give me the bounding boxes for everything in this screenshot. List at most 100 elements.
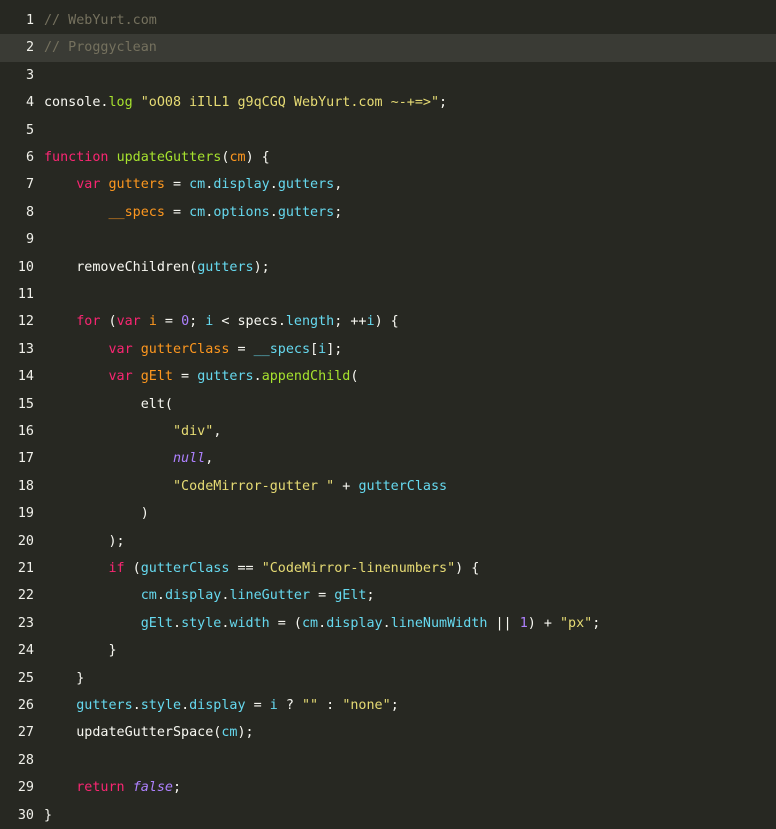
code-line[interactable]: 7 var gutters = cm.display.gutters, [0,171,776,198]
code-token: style [140,698,182,713]
line-number: 19 [17,506,34,522]
code-token: } [44,670,85,686]
code-token: log [108,95,133,111]
code-text[interactable]: __specs = cm.options.gutters; [44,199,343,226]
code-text[interactable]: function updateGutters(cm) { [44,144,270,171]
code-line[interactable]: 4 console.log "oO08 iIlL1 g9qCGQ WebYurt.… [0,89,776,116]
code-line[interactable]: 28 [0,747,776,774]
code-line[interactable]: 1 // WebYurt.com [0,7,776,34]
code-token: // Proggyclean [44,40,157,56]
code-text[interactable]: console.log "oO08 iIlL1 g9qCGQ WebYurt.c… [44,89,447,116]
code-line[interactable]: 20 ); [0,528,776,555]
code-line[interactable]: 2 // Proggyclean [0,34,776,62]
code-line[interactable]: 22 cm.display.lineGutter = gElt; [0,582,776,609]
code-line[interactable]: 11 [0,281,776,308]
code-line[interactable]: 13 var gutterClass = __specs[i]; [0,336,776,363]
code-token: gutters [197,259,254,275]
line-number: 28 [17,752,34,768]
line-number: 20 [17,533,34,549]
line-number: 17 [17,451,34,467]
code-token: . [173,615,182,631]
line-number: 29 [17,780,34,796]
code-token: cm [229,150,246,165]
code-token: gElt [334,588,367,604]
code-line[interactable]: 12 for (var i = 0; i < specs.length; ++i… [0,308,776,335]
code-token: gutters [76,698,133,713]
code-token: } [44,807,53,823]
code-text[interactable]: elt( [44,391,173,418]
code-line[interactable]: 8 __specs = cm.options.gutters; [0,199,776,226]
code-text[interactable]: var gutters = cm.display.gutters, [44,171,342,198]
code-line[interactable]: 16 "div", [0,418,776,445]
code-text[interactable]: ) [44,500,149,527]
code-token: ; ++ [334,314,367,330]
code-line[interactable]: 3 [0,62,776,89]
code-text[interactable]: null, [44,445,213,472]
code-token: . [132,698,141,713]
code-line[interactable]: 23 gElt.style.width = (cm.display.lineNu… [0,610,776,637]
code-text[interactable]: for (var i = 0; i < specs.length; ++i) { [44,308,399,335]
code-line[interactable]: 9 [0,226,776,253]
line-number: 16 [17,424,34,439]
code-token: appendChild [261,369,351,385]
code-token: = [164,204,190,220]
code-text[interactable]: "CodeMirror-gutter " + gutterClass [44,473,447,500]
code-token: == [229,561,262,576]
code-line[interactable]: 26 gutters.style.display = i ? "" : "non… [0,692,776,719]
code-text[interactable]: gElt.style.width = (cm.display.lineNumWi… [44,610,601,637]
code-token: display [213,177,270,193]
code-line[interactable]: 27 updateGutterSpace(cm); [0,719,776,746]
code-token: = [310,588,335,604]
code-token: = [173,369,198,385]
code-text[interactable]: } [44,637,116,664]
code-text[interactable]: "div", [44,418,221,445]
code-token: cm [140,588,157,604]
code-text[interactable]: var gutterClass = __specs[i]; [44,336,343,363]
code-text[interactable]: return false; [44,774,181,801]
code-text[interactable]: updateGutterSpace(cm); [44,719,253,746]
code-token: . [277,314,286,330]
code-line[interactable]: 17 null, [0,445,776,472]
code-line[interactable]: 21 if (gutterClass == "CodeMirror-linenu… [0,555,776,582]
code-token: i [148,314,157,330]
code-line[interactable]: 15 elt( [0,391,776,418]
code-text[interactable]: if (gutterClass == "CodeMirror-linenumbe… [44,555,480,582]
code-token: "CodeMirror-gutter " [173,478,335,494]
code-text[interactable]: gutters.style.display = i ? "" : "none"; [44,692,399,719]
code-text[interactable]: var gElt = gutters.appendChild( [44,363,359,390]
code-token: = [245,698,270,713]
code-text[interactable]: ); [44,528,124,555]
code-token: ( [124,561,141,576]
code-text[interactable]: cm.display.lineGutter = gElt; [44,582,375,609]
code-text[interactable]: removeChildren(gutters); [44,254,270,281]
code-token: gutters [277,177,335,193]
line-number: 3 [25,67,34,83]
code-token: gutterClass [140,561,230,576]
code-token: ) + [527,615,560,631]
code-line[interactable]: 6 function updateGutters(cm) { [0,144,776,171]
code-line[interactable]: 24 } [0,637,776,664]
code-token: , [213,424,222,439]
code-line[interactable]: 18 "CodeMirror-gutter " + gutterClass [0,473,776,500]
code-token: gutterClass [358,478,448,494]
code-line[interactable]: 19 ) [0,500,776,527]
code-text[interactable]: } [44,665,84,692]
code-line[interactable]: 25 } [0,665,776,692]
code-token: . [269,204,278,220]
code-line[interactable]: 5 [0,117,776,144]
code-token: 0 [181,314,190,330]
code-line[interactable]: 14 var gElt = gutters.appendChild( [0,363,776,390]
code-editor[interactable]: 1 // WebYurt.com 2 // Proggyclean 3 4 console.… [0,0,776,825]
code-text[interactable]: // Proggyclean [44,34,157,61]
code-token: ( [350,369,359,385]
code-line[interactable]: 29 return false; [0,774,776,801]
code-line[interactable]: 10 removeChildren(gutters); [0,254,776,281]
code-text[interactable]: // WebYurt.com [44,7,157,34]
